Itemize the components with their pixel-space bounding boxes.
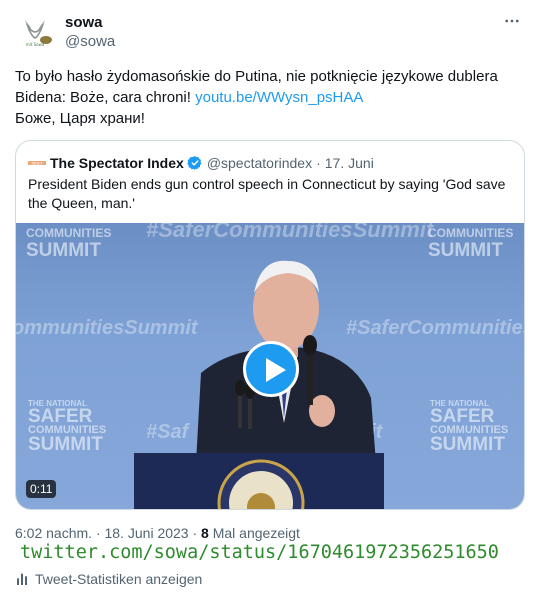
tweet-text-line1: To było hasło żydomasońskie do Putina, n…	[15, 68, 498, 85]
quoted-author-name[interactable]: The Spectator Index	[50, 155, 184, 171]
separator-dot: ·	[316, 155, 321, 171]
tweet-stats-link[interactable]: Tweet-Statistiken anzeigen	[15, 571, 202, 587]
play-button[interactable]	[243, 341, 299, 397]
author-handle[interactable]: @sowa	[65, 33, 115, 50]
tweet-date[interactable]: 18. Juni 2023	[105, 525, 189, 541]
tweet-text-line2-text: Bidena: Boże, cara chroni!	[15, 89, 196, 106]
tweet-text-line2: Bidena: Boże, cara chroni! youtu.be/WWys…	[15, 87, 527, 108]
quoted-author-avatar[interactable]: INDEX	[28, 156, 46, 170]
stats-label[interactable]: Tweet-Statistiken anzeigen	[35, 571, 202, 587]
more-options-button[interactable]	[499, 12, 525, 32]
quoted-text-line1: President Biden ends gun control speech …	[28, 176, 506, 192]
owl-logo-icon: mit Sowa	[16, 11, 54, 49]
tweet-header: mit Sowa sowa @sowa	[15, 10, 525, 52]
quoted-text-line2: the Queen, man.'	[28, 195, 135, 211]
svg-text:INDEX: INDEX	[32, 162, 44, 166]
meta-dot-2: ·	[192, 525, 198, 541]
video-duration: 0:11	[26, 480, 57, 498]
more-horizontal-icon	[505, 19, 519, 23]
quoted-tweet-header: INDEX The Spectator Index @spectatorinde…	[28, 153, 374, 173]
tweet-meta: 6:02 nachm. · 18. Juni 2023 · 8 Mal ange…	[15, 525, 300, 541]
status-url-overlay: twitter.com/sowa/status/1670461972356251…	[20, 542, 499, 563]
quoted-tweet-text: President Biden ends gun control speech …	[28, 175, 516, 213]
svg-text:mit Sowa: mit Sowa	[26, 42, 45, 47]
video-player[interactable]: #SaferCommunitiesSummit ommunitiesSummit…	[16, 223, 524, 509]
views-label: Mal angezeigt	[212, 525, 300, 541]
verified-badge-icon	[187, 156, 202, 170]
tweet-time[interactable]: 6:02 nachm.	[15, 525, 92, 541]
meta-dot-1: ·	[95, 525, 101, 541]
tweet-text: To było hasło żydomasońskie do Putina, n…	[15, 66, 527, 129]
tweet-text-line3: Боже, Царя храни!	[15, 110, 145, 127]
quoted-tweet[interactable]: INDEX The Spectator Index @spectatorinde…	[15, 140, 525, 510]
author-name[interactable]: sowa	[65, 14, 103, 31]
views-count: 8	[201, 525, 209, 541]
quoted-tweet-date[interactable]: 17. Juni	[325, 155, 374, 171]
quoted-author-handle[interactable]: @spectatorindex	[207, 155, 312, 171]
spectator-index-logo-icon: INDEX	[28, 161, 46, 166]
bar-chart-icon	[17, 573, 27, 585]
author-avatar[interactable]: mit Sowa	[15, 10, 55, 50]
youtube-link[interactable]: youtu.be/WWysn_psHAA	[195, 89, 363, 106]
